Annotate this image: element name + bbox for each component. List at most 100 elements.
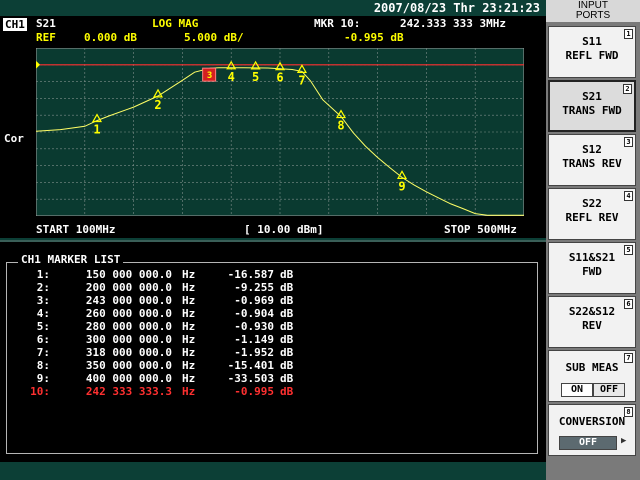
- softkey-label-line2: REFL REV: [565, 211, 619, 224]
- parameter-label: S21: [36, 17, 56, 30]
- marker-list-row: 2: 200 000 000.0 Hz -9.255 dB: [0, 281, 530, 294]
- softkey-label-line1: S22&S12: [568, 305, 616, 318]
- softkey-s11-s21-fwd[interactable]: 5 S11&S21 FWD: [548, 242, 636, 294]
- softkey-label-line1: S12: [582, 143, 602, 156]
- marker-amplitude: -9.255: [234, 281, 274, 294]
- softkey-label-line1: S22: [582, 197, 602, 210]
- softkey-label-line1: S11: [582, 35, 602, 48]
- marker-frequency: 280 000 000.0: [85, 320, 172, 333]
- marker-index: 5:: [36, 320, 50, 333]
- sub-meas-on-option[interactable]: ON: [561, 383, 593, 397]
- softkey-conversion[interactable]: 8 CONVERSION OFF ▶: [548, 404, 636, 456]
- amplitude-unit: dB: [280, 385, 294, 398]
- marker-index: 6:: [36, 333, 50, 346]
- softkey-label-line1: S11&S21: [568, 251, 616, 264]
- marker-10: 3: [202, 67, 217, 82]
- trace-plot: 1 2 4 5 6 7 8 9 3: [36, 48, 524, 216]
- amplitude-unit: dB: [280, 307, 294, 320]
- marker-label: 2: [154, 98, 161, 112]
- marker-amplitude: -16.587: [227, 268, 274, 281]
- amplitude-unit: dB: [280, 346, 294, 359]
- marker-label: 9: [398, 179, 405, 193]
- marker-list-title: CH1 MARKER LIST: [18, 253, 124, 266]
- frequency-unit: Hz: [182, 294, 196, 307]
- marker-frequency: 400 000 000.0: [85, 372, 172, 385]
- softkey-label: SUB MEAS: [565, 361, 619, 374]
- amplitude-unit: dB: [280, 333, 294, 346]
- marker-value: -0.995 dB: [344, 31, 404, 44]
- marker-frequency: 318 000 000.0: [85, 346, 172, 359]
- measurement-display: CH1 S21 LOG MAG MKR 10: 242.333 333 3MHz…: [0, 16, 546, 238]
- softkey-s22-refl-rev[interactable]: 4 S22 REFL REV: [548, 188, 636, 240]
- marker-index: 9:: [36, 372, 50, 385]
- softkey-sub-meas[interactable]: 7 SUB MEAS ON OFF: [548, 350, 636, 402]
- marker-frequency: 200 000 000.0: [85, 281, 172, 294]
- marker-frequency: 300 000 000.0: [85, 333, 172, 346]
- frequency-unit: Hz: [182, 333, 196, 346]
- trace-header-line2: REF 0.000 dB 5.000 dB/ -0.995 dB: [0, 30, 546, 44]
- trace-header-line1: CH1 S21 LOG MAG MKR 10: 242.333 333 3MHz: [0, 16, 546, 32]
- status-bar: 2007/08/23 Thr 23:21:23: [0, 0, 546, 16]
- marker-list-row: 5: 280 000 000.0 Hz -0.930 dB: [0, 320, 530, 333]
- correction-indicator: Cor: [4, 132, 24, 145]
- frequency-unit: Hz: [182, 281, 196, 294]
- ref-value: 0.000 dB: [84, 31, 137, 44]
- marker-label: MKR 10:: [314, 17, 361, 30]
- amplitude-unit: dB: [280, 268, 294, 281]
- marker-list-row: 10: 242 333 333.3 Hz -0.995 dB: [0, 385, 530, 398]
- sweep-footer: START 100MHz [ 10.00 dBm] STOP 500MHz: [36, 222, 532, 236]
- amplitude-unit: dB: [280, 320, 294, 333]
- frequency-unit: Hz: [182, 268, 196, 281]
- marker-label: 6: [276, 71, 283, 85]
- marker-list-row: 4: 260 000 000.0 Hz -0.904 dB: [0, 307, 530, 320]
- frequency-unit: Hz: [182, 307, 196, 320]
- softkey-s21-trans-fwd[interactable]: 2 S21 TRANS FWD: [548, 80, 636, 132]
- marker-frequency: 243 000 000.0: [85, 294, 172, 307]
- marker-amplitude: -1.149: [234, 333, 274, 346]
- softkey-title-line2: PORTS: [575, 10, 611, 21]
- softkey-s11-refl-fwd[interactable]: 1 S11 REFL FWD: [548, 26, 636, 78]
- frequency-unit: Hz: [182, 372, 196, 385]
- marker-index: 8:: [36, 359, 50, 372]
- marker-label: 7: [298, 73, 305, 87]
- amplitude-unit: dB: [280, 359, 294, 372]
- marker-label: 5: [252, 70, 259, 84]
- frequency-unit: Hz: [182, 346, 196, 359]
- conversion-value: OFF: [559, 436, 617, 450]
- marker-list-row: 1: 150 000 000.0 Hz -16.587 dB: [0, 268, 530, 281]
- marker-label: 8: [337, 119, 344, 133]
- softkey-label-line2: FWD: [582, 265, 602, 278]
- sub-meas-off-option[interactable]: OFF: [593, 383, 625, 397]
- softkey-s12-trans-rev[interactable]: 3 S12 TRANS REV: [548, 134, 636, 186]
- softkey-label-line2: TRANS FWD: [562, 104, 622, 117]
- bottom-strip: [0, 462, 546, 480]
- softkey-s22-s12-rev[interactable]: 6 S22&S12 REV: [548, 296, 636, 348]
- marker-amplitude: -0.995: [234, 385, 274, 398]
- frequency-unit: Hz: [182, 385, 196, 398]
- marker-list-panel: CH1 MARKER LIST 1: 150 000 000.0 Hz -16.587…: [0, 240, 546, 462]
- marker-list-row: 7: 318 000 000.0 Hz -1.952 dB: [0, 346, 530, 359]
- marker-index: 1:: [36, 268, 50, 281]
- marker-list-row: 6: 300 000 000.0 Hz -1.149 dB: [0, 333, 530, 346]
- marker-frequency: 242.333 333 3MHz: [400, 17, 506, 30]
- marker-frequency: 150 000 000.0: [85, 268, 172, 281]
- marker-amplitude: -0.904: [234, 307, 274, 320]
- stop-frequency: STOP 500MHz: [444, 223, 517, 236]
- marker-index: 3:: [36, 294, 50, 307]
- marker-frequency: 260 000 000.0: [85, 307, 172, 320]
- softkey-label-line2: REFL FWD: [565, 49, 619, 62]
- format-label: LOG MAG: [152, 17, 199, 30]
- softkey-label-line2: REV: [582, 319, 602, 332]
- amplitude-unit: dB: [280, 294, 294, 307]
- frequency-unit: Hz: [182, 320, 196, 333]
- marker-index: 4:: [36, 307, 50, 320]
- source-power: [ 10.00 dBm]: [244, 223, 324, 236]
- amplitude-unit: dB: [280, 281, 294, 294]
- marker-label: 4: [228, 70, 235, 84]
- marker-index: 10:: [30, 385, 50, 398]
- marker-amplitude: -0.969: [234, 294, 274, 307]
- triangle-right-icon: ▶: [621, 436, 627, 446]
- marker-index: 7:: [36, 346, 50, 359]
- marker-frequency: 350 000 000.0: [85, 359, 172, 372]
- marker-label: 3: [207, 71, 212, 81]
